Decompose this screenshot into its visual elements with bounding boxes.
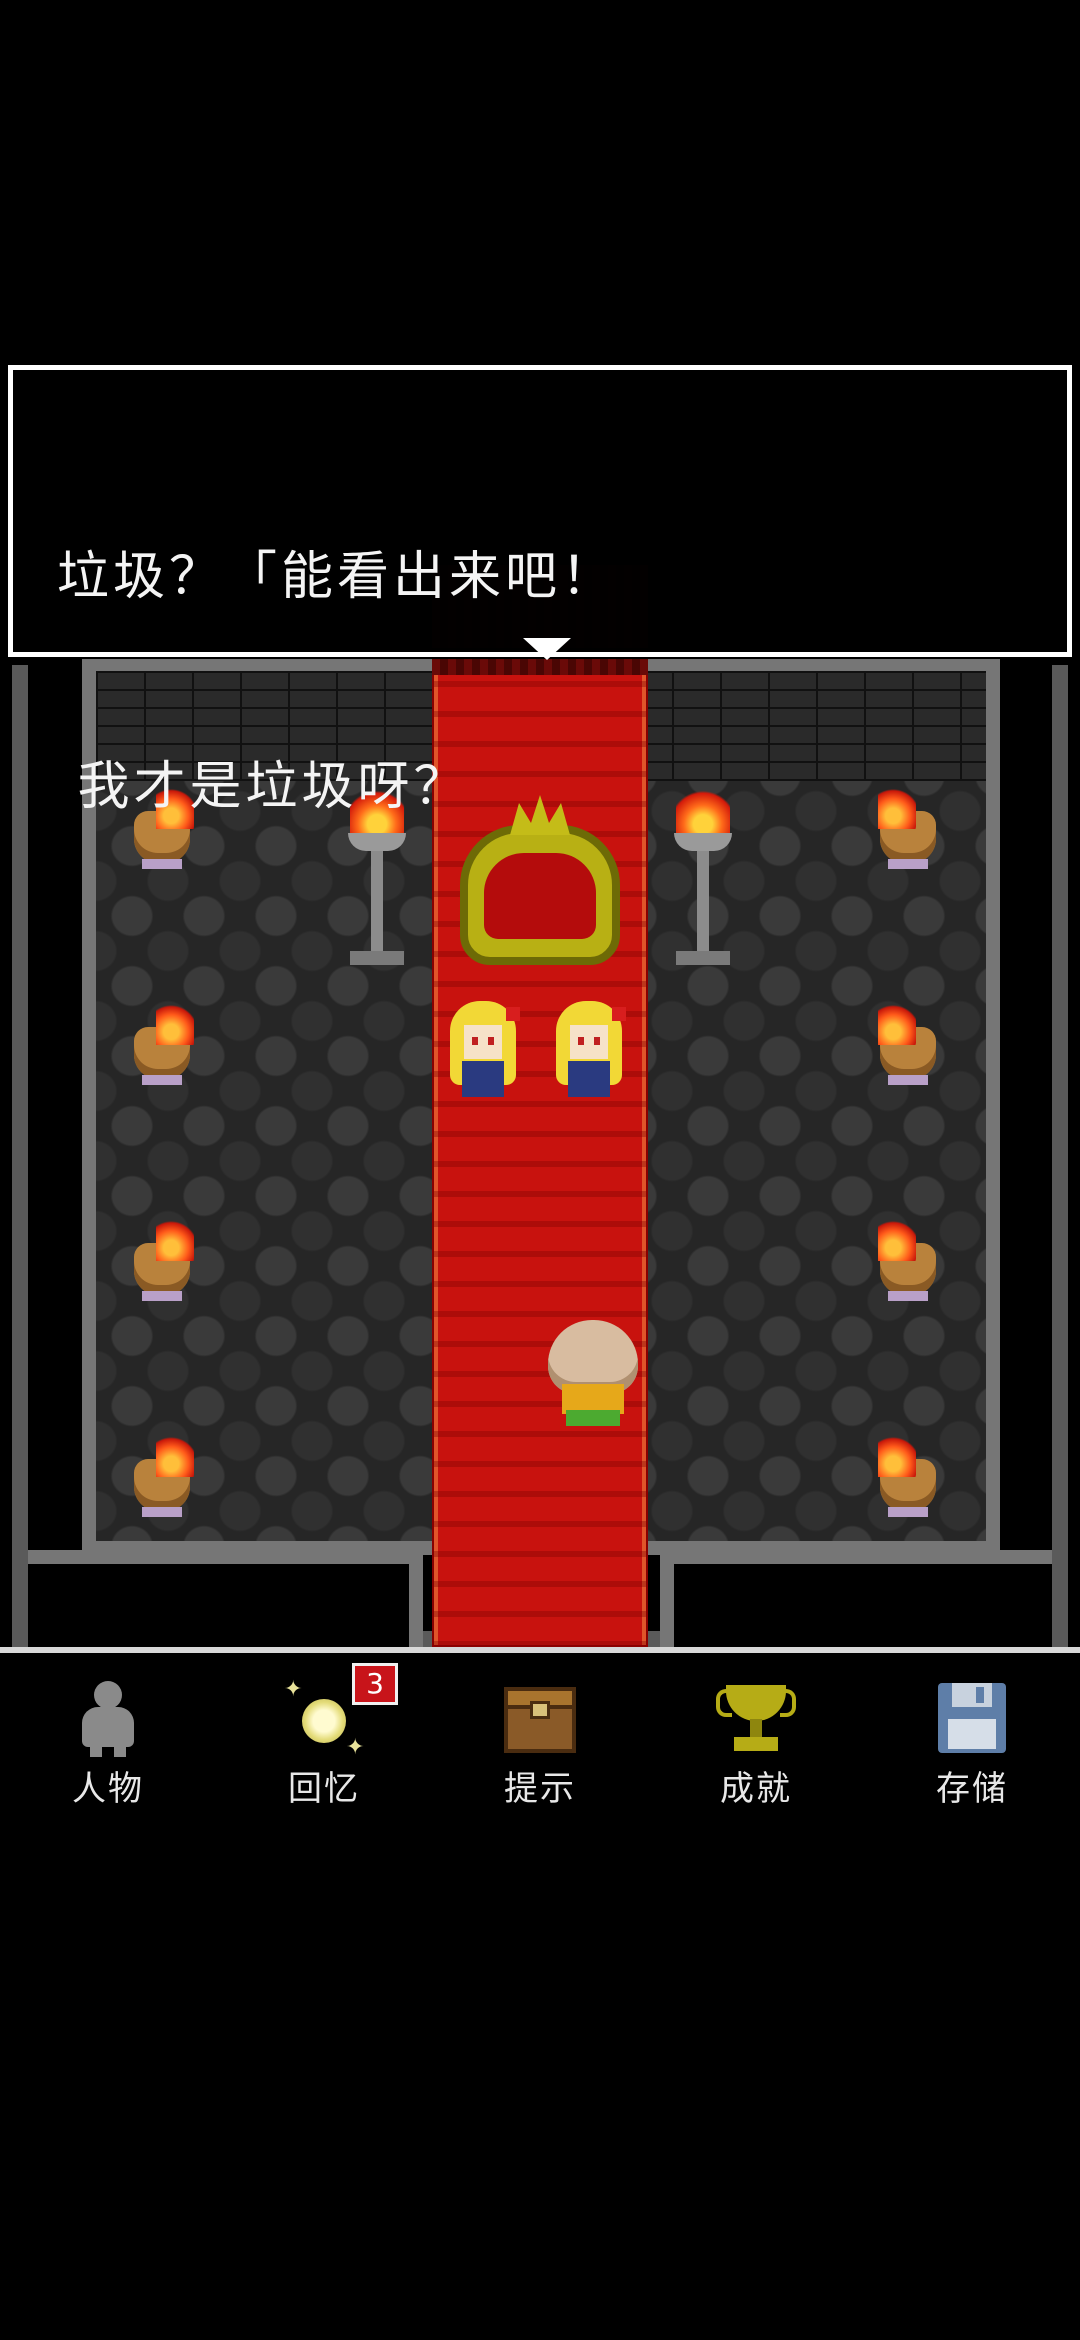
trophy-icon	[716, 1677, 796, 1757]
triangle-down-icon	[523, 638, 571, 660]
hand-torch-icon	[874, 1217, 944, 1317]
floppy-disk-icon	[932, 1677, 1012, 1757]
menu-item-achievements[interactable]: 成就	[648, 1653, 864, 1813]
menu-label: 存储	[936, 1769, 1008, 1809]
dialog-line-2: 我才是垃圾呀？	[57, 757, 470, 817]
treasure-chest-icon	[500, 1677, 580, 1757]
menu-item-characters[interactable]: 人物	[0, 1653, 216, 1813]
lower-left-wall	[28, 1550, 423, 1647]
hand-torch-icon	[128, 1217, 198, 1317]
hand-torch-icon	[874, 1433, 944, 1533]
person-silhouette-icon	[68, 1677, 148, 1757]
dialog-box[interactable]: 垃圾？「能看出来吧！ 我才是垃圾呀？	[8, 365, 1072, 817]
blonde-girl-left[interactable]	[450, 1001, 520, 1101]
menu-label: 成就	[720, 1769, 792, 1809]
dialog-line-1: 垃圾？「能看出来吧！	[57, 547, 618, 607]
menu-label: 回忆	[288, 1769, 360, 1809]
menu-item-hints[interactable]: 提示	[432, 1653, 648, 1813]
hand-torch-icon	[128, 1433, 198, 1533]
hand-torch-icon	[128, 1001, 198, 1101]
dialog-text: 垃圾？「能看出来吧！ 我才是垃圾呀？	[57, 402, 1037, 962]
lower-right-wall	[660, 1550, 1052, 1647]
bottom-menu: 人物 ✦ ✦ 3 回忆 提示 成就 存储	[0, 1653, 1080, 1813]
menu-label: 提示	[504, 1769, 576, 1809]
hand-torch-icon	[874, 1001, 944, 1101]
notification-badge: 3	[352, 1663, 398, 1705]
player-character[interactable]	[548, 1320, 638, 1430]
menu-item-save[interactable]: 存储	[864, 1653, 1080, 1813]
menu-item-memories[interactable]: ✦ ✦ 3 回忆	[216, 1653, 432, 1813]
menu-label: 人物	[72, 1769, 144, 1809]
game-screen: 垃圾？「能看出来吧！ 我才是垃圾呀？ 人物 ✦ ✦ 3 回忆 提示 成就 存储	[0, 0, 1080, 2340]
blonde-girl-right[interactable]	[556, 1001, 626, 1101]
